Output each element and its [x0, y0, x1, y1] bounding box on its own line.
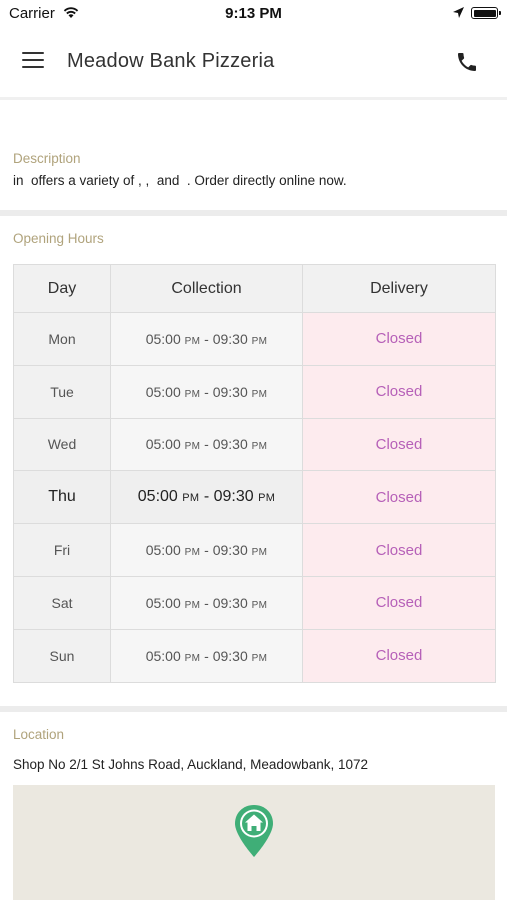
column-header-collection: Collection: [110, 264, 303, 313]
hours-table-body: Mon 05:00 PM - 09:30 PM Closed Tue 05:00 PM …: [13, 312, 496, 683]
collection-hours-cell: 05:00 PM - 09:30 PM: [110, 628, 303, 683]
table-row: Sun 05:00 PM - 09:30 PM Closed: [13, 628, 496, 683]
location-map[interactable]: [13, 785, 495, 900]
collection-hours-cell: 05:00 PM - 09:30 PM: [110, 417, 303, 472]
close-period: PM: [258, 492, 276, 505]
page-title: Meadow Bank Pizzeria: [67, 50, 275, 72]
close-time: 09:30: [213, 488, 254, 506]
table-row: Mon 05:00 PM - 09:30 PM Closed: [13, 312, 496, 366]
day-cell: Sat: [13, 575, 111, 630]
day-cell: Sun: [13, 628, 111, 683]
close-time: 09:30: [212, 647, 248, 664]
open-period: PM: [184, 335, 201, 347]
section-divider: [0, 706, 507, 712]
close-time: 09:30: [212, 594, 248, 611]
collection-hours-cell: 05:00 PM - 09:30 PM: [110, 470, 303, 525]
open-time: 05:00: [145, 542, 181, 559]
opening-hours-heading: Opening Hours: [13, 231, 104, 246]
hamburger-menu-icon: [22, 52, 46, 68]
open-time: 05:00: [137, 488, 178, 506]
address-text: Shop No 2/1 St Johns Road, Auckland, Mea…: [13, 757, 368, 772]
location-heading: Location: [13, 727, 65, 742]
description-heading: Description: [13, 151, 81, 166]
collection-hours-cell: 05:00 PM - 09:30 PM: [110, 575, 303, 630]
section-divider: [0, 210, 507, 216]
open-time: 05:00: [145, 436, 181, 453]
open-period: PM: [184, 388, 201, 400]
open-period: PM: [184, 652, 201, 664]
delivery-status-cell: Closed: [302, 364, 496, 419]
day-cell: Mon: [13, 312, 111, 366]
home-map-pin-icon[interactable]: [232, 803, 276, 859]
delivery-status-cell: Closed: [302, 523, 496, 577]
nav-bar: Meadow Bank Pizzeria: [0, 28, 507, 100]
collection-hours-cell: 05:00 PM - 09:30 PM: [110, 364, 303, 419]
column-header-delivery: Delivery: [302, 264, 496, 313]
close-time: 09:30: [212, 542, 248, 559]
table-header-row: Day Collection Delivery: [13, 264, 496, 313]
collection-hours-cell: 05:00 PM - 09:30 PM: [110, 523, 303, 577]
opening-hours-table: Day Collection Delivery Mon 05:00 PM - 09…: [13, 264, 496, 683]
status-time: 9:13 PM: [225, 5, 282, 22]
close-period: PM: [251, 335, 268, 347]
open-period: PM: [184, 441, 201, 453]
open-time: 05:00: [145, 330, 181, 347]
day-cell: Thu: [13, 470, 111, 525]
table-row: Wed 05:00 PM - 09:30 PM Closed: [13, 417, 496, 472]
open-time: 05:00: [145, 594, 181, 611]
day-cell: Wed: [13, 417, 111, 472]
delivery-status-cell: Closed: [302, 575, 496, 630]
menu-button[interactable]: [22, 52, 46, 72]
description-text: in offers a variety of , , and . Order d…: [13, 173, 347, 188]
open-time: 05:00: [145, 383, 181, 400]
delivery-status-cell: Closed: [302, 312, 496, 366]
delivery-status-cell: Closed: [302, 417, 496, 472]
phone-icon[interactable]: [455, 50, 479, 74]
collection-hours-cell: 05:00 PM - 09:30 PM: [110, 312, 303, 366]
close-period: PM: [251, 441, 268, 453]
open-period: PM: [184, 547, 201, 559]
close-time: 09:30: [212, 383, 248, 400]
status-bar: Carrier 9:13 PM: [0, 0, 507, 28]
open-period: PM: [184, 599, 201, 611]
table-row: Tue 05:00 PM - 09:30 PM Closed: [13, 364, 496, 419]
column-header-day: Day: [13, 264, 111, 313]
close-time: 09:30: [212, 330, 248, 347]
close-period: PM: [251, 547, 268, 559]
table-row: Sat 05:00 PM - 09:30 PM Closed: [13, 575, 496, 630]
day-cell: Fri: [13, 523, 111, 577]
delivery-status-cell: Closed: [302, 628, 496, 683]
table-row: Thu 05:00 PM - 09:30 PM Closed: [13, 470, 496, 525]
location-arrow-icon: [453, 7, 464, 18]
table-row: Fri 05:00 PM - 09:30 PM Closed: [13, 523, 496, 577]
open-period: PM: [182, 492, 200, 505]
close-period: PM: [251, 599, 268, 611]
open-time: 05:00: [145, 647, 181, 664]
day-cell: Tue: [13, 364, 111, 419]
close-time: 09:30: [212, 436, 248, 453]
battery-icon: [471, 7, 501, 19]
close-period: PM: [251, 388, 268, 400]
close-period: PM: [251, 652, 268, 664]
delivery-status-cell: Closed: [302, 470, 496, 525]
